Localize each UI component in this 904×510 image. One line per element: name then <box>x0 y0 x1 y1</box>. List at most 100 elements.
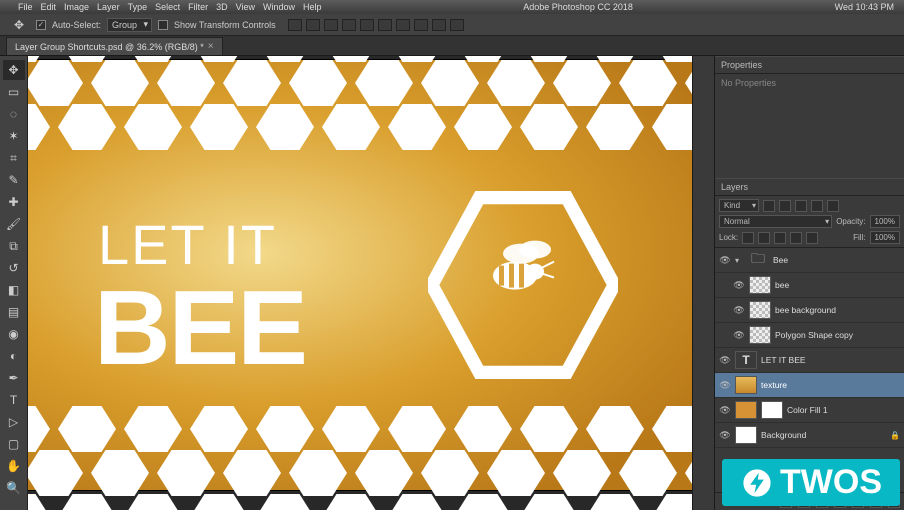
visibility-toggle-icon[interactable]: 👁 <box>719 404 731 416</box>
type-tool[interactable]: T <box>3 390 25 410</box>
menu-type[interactable]: Type <box>128 2 148 12</box>
document-canvas[interactable]: LET IT BEE <box>28 60 692 490</box>
layer-texture[interactable]: 👁 texture <box>715 373 904 398</box>
layer-thumbnail[interactable] <box>749 326 771 344</box>
clone-stamp-tool[interactable]: ⧉ <box>3 236 25 256</box>
align-center-v-icon[interactable] <box>360 19 374 31</box>
auto-select-dropdown[interactable]: Group <box>107 18 152 32</box>
history-brush-tool[interactable]: ↺ <box>3 258 25 278</box>
layer-thumbnail[interactable] <box>749 301 771 319</box>
visibility-toggle-icon[interactable]: 👁 <box>719 429 731 441</box>
layer-name[interactable]: Polygon Shape copy <box>775 330 900 340</box>
quick-select-tool[interactable]: ✶ <box>3 126 25 146</box>
layer-name[interactable]: bee background <box>775 305 900 315</box>
menu-layer[interactable]: Layer <box>97 2 120 12</box>
filter-shape-icon[interactable] <box>811 200 823 212</box>
distribute-v-icon[interactable] <box>414 19 428 31</box>
layer-name[interactable]: LET IT BEE <box>761 355 900 365</box>
layer-name[interactable]: Background <box>761 430 886 440</box>
visibility-toggle-icon[interactable]: 👁 <box>719 254 731 266</box>
blend-mode-dropdown[interactable]: Normal <box>719 215 832 228</box>
filter-type-icon[interactable] <box>795 200 807 212</box>
menu-edit[interactable]: Edit <box>41 2 57 12</box>
layer-name[interactable]: bee <box>775 280 900 290</box>
layer-thumbnail[interactable] <box>749 276 771 294</box>
menu-3d[interactable]: 3D <box>216 2 228 12</box>
lock-position-icon[interactable] <box>774 232 786 244</box>
crop-tool[interactable]: ⌗ <box>3 148 25 168</box>
show-transform-checkbox[interactable] <box>158 20 168 30</box>
lasso-tool[interactable]: ◌ <box>3 104 25 124</box>
menu-view[interactable]: View <box>236 2 255 12</box>
menu-help[interactable]: Help <box>303 2 322 12</box>
brush-tool[interactable]: 🖌 <box>3 214 25 234</box>
collapsed-panel-strip[interactable] <box>692 56 714 510</box>
layer-bee-background[interactable]: 👁 bee background <box>715 298 904 323</box>
fill-value[interactable]: 100% <box>870 231 900 244</box>
align-center-h-icon[interactable] <box>306 19 320 31</box>
align-left-icon[interactable] <box>288 19 302 31</box>
layer-thumbnail[interactable] <box>735 376 757 394</box>
align-bottom-icon[interactable] <box>378 19 392 31</box>
menu-select[interactable]: Select <box>155 2 180 12</box>
opacity-label: Opacity: <box>836 217 865 226</box>
layers-panel-tab[interactable]: Layers <box>715 178 904 196</box>
zoom-tool[interactable]: 🔍 <box>3 478 25 498</box>
menu-filter[interactable]: Filter <box>188 2 208 12</box>
move-tool-icon[interactable]: ✥ <box>8 15 30 35</box>
lock-transparency-icon[interactable] <box>742 232 754 244</box>
auto-select-checkbox[interactable] <box>36 20 46 30</box>
visibility-toggle-icon[interactable]: 👁 <box>719 379 731 391</box>
filter-smart-icon[interactable] <box>827 200 839 212</box>
align-right-icon[interactable] <box>324 19 338 31</box>
shape-tool[interactable]: ▢ <box>3 434 25 454</box>
align-top-icon[interactable] <box>342 19 356 31</box>
visibility-toggle-icon[interactable]: 👁 <box>733 304 745 316</box>
move-tool[interactable]: ✥ <box>3 60 25 80</box>
distribute-h-icon[interactable] <box>396 19 410 31</box>
visibility-toggle-icon[interactable]: 👁 <box>719 354 731 366</box>
dodge-tool[interactable]: ◐ <box>3 346 25 366</box>
layer-background[interactable]: 👁 Background 🔒 <box>715 423 904 448</box>
visibility-toggle-icon[interactable]: 👁 <box>733 279 745 291</box>
layer-polygon-shape-copy[interactable]: 👁 Polygon Shape copy <box>715 323 904 348</box>
healing-tool[interactable]: ✚ <box>3 192 25 212</box>
close-tab-icon[interactable]: × <box>208 41 214 52</box>
layer-thumbnail[interactable] <box>735 426 757 444</box>
lock-artboard-icon[interactable] <box>790 232 802 244</box>
menu-file[interactable]: File <box>18 2 33 12</box>
layer-name[interactable]: texture <box>761 380 900 390</box>
properties-panel-tab[interactable]: Properties <box>715 56 904 74</box>
visibility-toggle-icon[interactable]: 👁 <box>733 329 745 341</box>
marquee-tool[interactable]: ▭ <box>3 82 25 102</box>
eraser-tool[interactable]: ◧ <box>3 280 25 300</box>
hand-tool[interactable]: ✋ <box>3 456 25 476</box>
layer-thumbnail[interactable] <box>735 401 757 419</box>
chevron-down-icon[interactable]: ▾ <box>735 256 743 265</box>
blur-tool[interactable]: ◉ <box>3 324 25 344</box>
3d-mode-icon[interactable] <box>450 19 464 31</box>
menu-window[interactable]: Window <box>263 2 295 12</box>
canvas-area[interactable]: LET IT BEE <box>28 56 692 510</box>
layer-name[interactable]: Bee <box>773 255 900 265</box>
layer-group-bee[interactable]: 👁 ▾ 🗀 Bee <box>715 248 904 273</box>
layer-name[interactable]: Color Fill 1 <box>787 405 900 415</box>
document-tab[interactable]: Layer Group Shortcuts.psd @ 36.2% (RGB/8… <box>6 37 223 55</box>
layer-bee[interactable]: 👁 bee <box>715 273 904 298</box>
lock-pixels-icon[interactable] <box>758 232 770 244</box>
layer-color-fill-1[interactable]: 👁 Color Fill 1 <box>715 398 904 423</box>
path-select-tool[interactable]: ▷ <box>3 412 25 432</box>
distribute-spacing-icon[interactable] <box>432 19 446 31</box>
filter-adjust-icon[interactable] <box>779 200 791 212</box>
lock-all-icon[interactable] <box>806 232 818 244</box>
gradient-tool[interactable]: ▤ <box>3 302 25 322</box>
layer-filter-dropdown[interactable]: Kind <box>719 199 759 212</box>
pen-tool[interactable]: ✒ <box>3 368 25 388</box>
filter-pixel-icon[interactable] <box>763 200 775 212</box>
menu-image[interactable]: Image <box>64 2 89 12</box>
opacity-value[interactable]: 100% <box>870 215 900 228</box>
eyedropper-tool[interactable]: ✎ <box>3 170 25 190</box>
layer-text-letitbee[interactable]: 👁 T LET IT BEE <box>715 348 904 373</box>
layer-list[interactable]: 👁 ▾ 🗀 Bee 👁 bee 👁 bee background 👁 <box>715 248 904 492</box>
layer-mask-thumbnail[interactable] <box>761 401 783 419</box>
